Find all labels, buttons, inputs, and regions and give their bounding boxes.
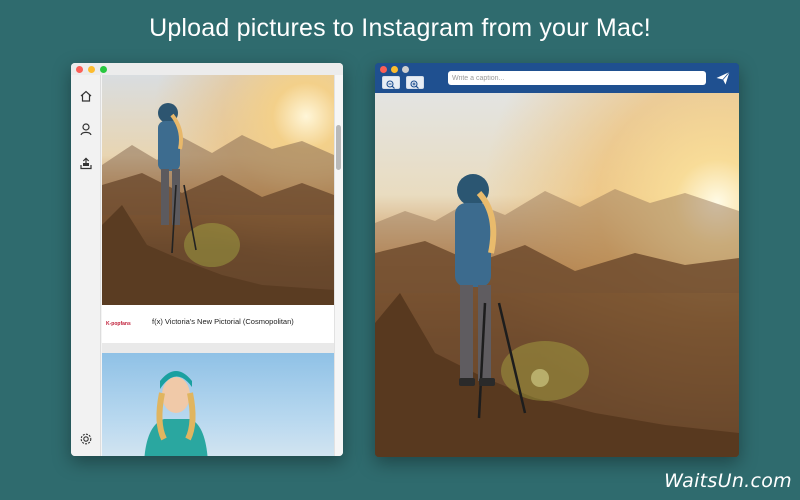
zoom-out-icon — [386, 80, 395, 89]
upload-preview-photo[interactable] — [375, 93, 739, 457]
feed-window: K-popfans f(x) Victoria's New Pictorial … — [71, 63, 343, 456]
post-photo-hiker[interactable] — [102, 75, 334, 305]
send-icon[interactable] — [715, 70, 731, 86]
upload-toolbar — [375, 63, 739, 93]
upload-icon[interactable] — [79, 156, 93, 170]
zoom-in-icon — [410, 80, 419, 89]
titlebar — [71, 63, 343, 75]
source-logo: K-popfans — [106, 321, 131, 327]
post-caption[interactable]: f(x) Victoria's New Pictorial (Cosmopoli… — [152, 317, 294, 326]
close-window-button[interactable] — [380, 66, 387, 73]
zoom-in-button[interactable] — [406, 76, 424, 89]
watermark: WaitsUn.com — [664, 470, 792, 492]
settings-icon[interactable] — [79, 432, 93, 446]
caption-input[interactable] — [448, 71, 706, 85]
profile-icon[interactable] — [79, 122, 93, 136]
minimize-window-button[interactable] — [391, 66, 398, 73]
minimize-window-button[interactable] — [88, 66, 95, 73]
post-caption-bar: K-popfans f(x) Victoria's New Pictorial … — [102, 305, 334, 343]
sidebar — [71, 75, 101, 456]
zoom-window-button[interactable] — [402, 66, 409, 73]
scrollbar-thumb[interactable] — [336, 125, 341, 170]
photo-feed[interactable]: K-popfans f(x) Victoria's New Pictorial … — [102, 75, 334, 456]
home-icon[interactable] — [79, 89, 93, 103]
close-window-button[interactable] — [76, 66, 83, 73]
headline: Upload pictures to Instagram from your M… — [149, 14, 651, 42]
zoom-window-button[interactable] — [100, 66, 107, 73]
post-photo-woman[interactable] — [102, 353, 334, 456]
zoom-out-button[interactable] — [382, 76, 400, 89]
upload-window — [375, 63, 739, 457]
